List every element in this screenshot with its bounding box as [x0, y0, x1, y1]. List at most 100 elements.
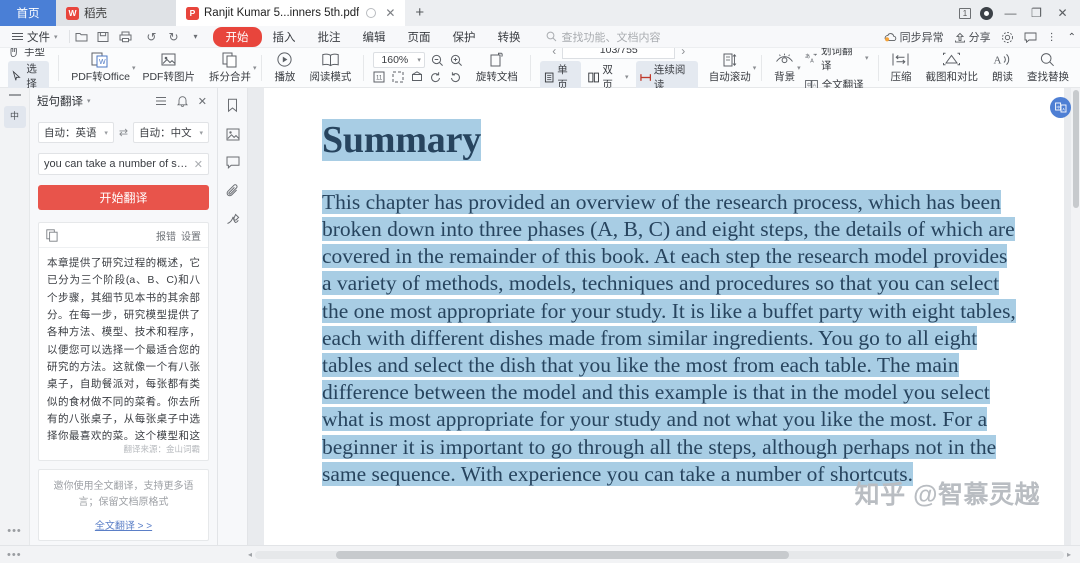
split-merge-button[interactable]: 拆分合并 — [202, 51, 258, 84]
vertical-scrollbar[interactable] — [1071, 88, 1080, 545]
horizontal-scrollbar[interactable]: ◂ ▸ — [248, 549, 1071, 560]
screenshot-compare-button[interactable]: 截图和对比 — [918, 51, 985, 84]
window-count-badge[interactable]: 1 — [959, 7, 971, 19]
bookmark-icon[interactable] — [226, 98, 239, 113]
new-tab-button[interactable]: + — [405, 0, 434, 26]
translate-source-input[interactable]: you can take a number of shortcuts. ✕ — [38, 153, 209, 175]
find-replace-button[interactable]: 查找替换 — [1020, 51, 1076, 84]
copy-icon[interactable] — [46, 228, 58, 242]
page-nav-group: ‹ 103/755 › 单页 双页 ▾ 连续阅读 — [536, 42, 702, 93]
target-language-value: 自动：中文 — [139, 127, 192, 139]
panel-title-caret-icon[interactable]: ▾ — [87, 97, 91, 105]
scroll-left-button[interactable]: ◂ — [248, 550, 252, 559]
print-icon[interactable] — [119, 31, 141, 43]
ribbon-divider-6 — [877, 54, 879, 81]
pdf-to-office-button[interactable]: W PDF转Office — [64, 51, 137, 84]
signature-icon[interactable] — [226, 213, 240, 227]
file-menu-button[interactable]: 文件 ▾ — [6, 29, 64, 45]
menu-search[interactable]: 查找功能、文档内容 — [546, 29, 661, 45]
full-translate-promo: 邀你使用全文翻译，支持更多语言；保留文档原格式 全文翻译 > > — [38, 469, 209, 541]
pdf-file-icon: P — [186, 6, 199, 20]
bottom-more-icon[interactable]: ••• — [0, 549, 22, 561]
tab-annotate[interactable]: 批注 — [307, 27, 352, 47]
settings-link[interactable]: 设置 — [181, 228, 201, 243]
tab-page[interactable]: 页面 — [397, 27, 442, 47]
rotate-right-icon[interactable] — [449, 71, 461, 83]
quick-more-icon[interactable]: ▾ — [185, 32, 207, 41]
more-vertical-icon[interactable]: ⋮ — [1047, 32, 1058, 43]
tab-home[interactable]: 首页 — [0, 0, 56, 26]
translate-source-text: you can take a number of shortcuts. — [44, 158, 191, 170]
history-list-icon[interactable] — [152, 96, 170, 106]
comment-icon[interactable] — [226, 156, 240, 169]
ribbon-divider-2 — [261, 54, 263, 81]
play-button[interactable]: 播放 — [267, 51, 302, 84]
find-replace-label: 查找替换 — [1026, 71, 1069, 83]
promo-link[interactable]: 全文翻译 > > — [49, 517, 198, 532]
read-mode-button[interactable]: 阅读模式 — [302, 51, 358, 84]
tab-edit[interactable]: 编辑 — [352, 27, 397, 47]
redo-icon[interactable]: ↻ — [163, 30, 185, 44]
zoom-in-button[interactable] — [450, 54, 463, 67]
compress-button[interactable]: 压缩 — [883, 51, 918, 84]
auto-scroll-button[interactable]: 自动滚动 — [702, 51, 758, 84]
vertical-scrollbar-thumb[interactable] — [1072, 90, 1079, 208]
start-translate-button[interactable]: 开始翻译 — [38, 185, 209, 210]
open-folder-icon[interactable] — [75, 31, 97, 43]
fit-page-icon[interactable]: 11 — [373, 71, 385, 83]
image-icon[interactable] — [226, 128, 240, 141]
auto-scroll-caret-icon[interactable]: ▾ — [753, 64, 757, 72]
bell-icon[interactable] — [174, 95, 191, 107]
tab-insert[interactable]: 插入 — [262, 27, 307, 47]
report-error-link[interactable]: 报错 — [156, 228, 176, 243]
undo-icon[interactable]: ↺ — [141, 30, 163, 44]
menu-right-actions: 同步异常 分享 ⋮ ⌃ — [884, 26, 1076, 48]
clear-icon[interactable]: ✕ — [194, 158, 203, 171]
chevron-up-icon[interactable]: ⌃ — [1068, 32, 1076, 43]
target-language-select[interactable]: 自动：中文 ▾ — [133, 122, 209, 143]
save-icon[interactable] — [97, 31, 119, 43]
pdf-page[interactable]: Summary This chapter has provided an ove… — [264, 88, 1064, 545]
read-aloud-button[interactable]: A 朗读 — [985, 51, 1020, 84]
swap-language-icon[interactable]: ⇄ — [119, 126, 128, 139]
rotate-left-icon[interactable] — [430, 71, 442, 83]
document-viewer[interactable]: Summary This chapter has provided an ove… — [248, 88, 1080, 545]
tab-start[interactable]: 开始 — [212, 26, 262, 47]
minimize-button[interactable]: — — [1002, 6, 1019, 20]
fit-height-icon[interactable] — [411, 71, 423, 83]
maximize-button[interactable]: ❐ — [1028, 6, 1045, 20]
horizontal-scrollbar-thumb[interactable] — [335, 550, 789, 559]
attachment-icon[interactable] — [226, 184, 240, 198]
fit-width-icon[interactable] — [392, 71, 404, 83]
tab-docer[interactable]: W 稻壳 — [56, 0, 176, 26]
split-merge-caret-icon[interactable]: ▾ — [253, 64, 257, 72]
pdf-to-image-button[interactable]: PDF转图片 — [135, 51, 202, 84]
rail-collapse-icon[interactable] — [8, 94, 21, 96]
rotate-document-button[interactable]: 旋转文档 — [469, 51, 525, 84]
tab-convert[interactable]: 转换 — [487, 27, 532, 47]
tab-close-icon[interactable]: ✕ — [385, 6, 395, 20]
tab-pdf-document[interactable]: P Ranjit Kumar 5...inners 5th.pdf ✕ — [176, 0, 406, 26]
translate-fab-button[interactable]: 中A — [1050, 97, 1071, 118]
compress-label: 压缩 — [890, 71, 912, 83]
horizontal-scrollbar-track[interactable] — [255, 550, 1064, 559]
zoom-out-button[interactable] — [431, 54, 444, 67]
source-language-select[interactable]: 自动：英语 ▾ — [38, 122, 114, 143]
scroll-right-button[interactable]: ▸ — [1067, 550, 1071, 559]
source-language-value: 自动：英语 — [44, 127, 97, 139]
select-tool-button[interactable]: 选择 — [8, 61, 50, 91]
gear-icon[interactable] — [1001, 31, 1014, 44]
share-button[interactable]: 分享 — [954, 29, 991, 45]
chevron-down-icon: ▾ — [625, 74, 629, 81]
rail-more-icon[interactable]: ••• — [7, 525, 22, 537]
close-icon[interactable]: ✕ — [195, 95, 210, 108]
docer-icon: W — [66, 6, 79, 20]
tab-protect[interactable]: 保护 — [442, 27, 487, 47]
close-button[interactable]: ✕ — [1054, 6, 1071, 20]
feedback-icon[interactable] — [1024, 32, 1037, 43]
rail-translate-button[interactable]: 中 — [3, 105, 26, 128]
zoom-level-select[interactable]: 160% ▾ — [373, 52, 425, 68]
sync-status-button[interactable]: 同步异常 — [884, 29, 944, 45]
single-page-icon — [544, 72, 554, 82]
account-icon[interactable] — [980, 6, 993, 20]
